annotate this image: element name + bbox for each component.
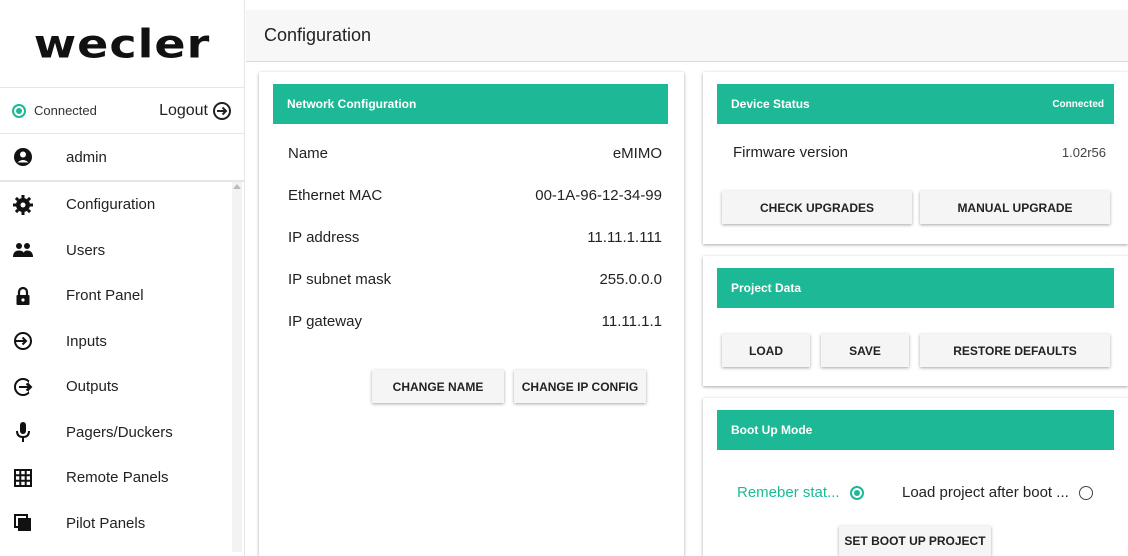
card-title: Project Data bbox=[731, 281, 802, 295]
logo-text: wecler bbox=[33, 20, 211, 67]
account-circle-icon bbox=[12, 147, 34, 167]
sidebar-item-inputs[interactable]: Inputs bbox=[0, 319, 244, 365]
sidebar-item-label: Front Panel bbox=[66, 287, 144, 305]
row-value: eMIMO bbox=[612, 144, 662, 162]
sidebar-item-label: Pagers/Duckers bbox=[66, 423, 173, 441]
sidebar-scrollbar[interactable] bbox=[232, 182, 242, 552]
grid-icon bbox=[12, 468, 34, 487]
network-rows: Name eMIMO Ethernet MAC 00-1A-96-12-34-9… bbox=[259, 132, 684, 342]
sidebar-item-label: Inputs bbox=[66, 332, 107, 350]
connection-status-label: Connected bbox=[34, 103, 97, 118]
lock-icon bbox=[12, 286, 34, 306]
user-row: admin bbox=[0, 134, 244, 182]
pilot-panel-icon bbox=[12, 514, 34, 532]
network-row-mac: Ethernet MAC 00-1A-96-12-34-99 bbox=[288, 174, 662, 216]
restore-defaults-button[interactable]: RESTORE DEFAULTS bbox=[920, 334, 1110, 367]
row-label: IP address bbox=[288, 228, 360, 246]
sidebar-item-label: Outputs bbox=[66, 378, 119, 396]
connection-row: Connected Logout bbox=[0, 88, 244, 134]
set-boot-up-project-button[interactable]: SET BOOT UP PROJECT bbox=[839, 526, 991, 556]
row-value: 11.11.1.111 bbox=[587, 228, 662, 246]
boot-option-remember-label: Remeber stat... bbox=[737, 484, 840, 501]
logout-button[interactable]: Logout bbox=[159, 101, 232, 121]
microphone-icon bbox=[12, 421, 34, 443]
sidebar-nav: Configuration Users Front Panel Inputs O… bbox=[0, 182, 244, 552]
network-configuration-card: Network Configuration Name eMIMO Etherne… bbox=[259, 72, 684, 556]
sidebar: wecler Connected Logout admin Configurat… bbox=[0, 0, 245, 556]
scroll-up-arrow-icon[interactable] bbox=[233, 184, 241, 189]
project-data-card: Project Data LOAD SAVE RESTORE DEFAULTS bbox=[703, 256, 1128, 386]
sidebar-item-front-panel[interactable]: Front Panel bbox=[0, 273, 244, 319]
input-icon bbox=[12, 331, 34, 351]
output-icon bbox=[12, 377, 34, 397]
manual-upgrade-button[interactable]: MANUAL UPGRADE bbox=[920, 191, 1110, 224]
network-row-subnet-mask: IP subnet mask 255.0.0.0 bbox=[288, 258, 662, 300]
radio-unselected-icon[interactable] bbox=[1078, 485, 1093, 500]
page-header: Configuration bbox=[246, 10, 1128, 62]
sidebar-item-label: Pilot Panels bbox=[66, 514, 146, 532]
boot-up-mode-card: Boot Up Mode Remeber stat... Load projec… bbox=[703, 398, 1128, 556]
project-data-header: Project Data bbox=[717, 268, 1114, 308]
row-label: Ethernet MAC bbox=[288, 186, 383, 204]
users-icon bbox=[12, 242, 34, 258]
row-label: IP gateway bbox=[288, 312, 362, 330]
device-status-header: Device Status Connected bbox=[717, 84, 1114, 124]
sidebar-item-pagers-duckers[interactable]: Pagers/Duckers bbox=[0, 410, 244, 456]
sidebar-item-pilot-panels[interactable]: Pilot Panels bbox=[0, 501, 244, 547]
card-title: Device Status bbox=[731, 97, 810, 111]
logo: wecler bbox=[0, 0, 244, 88]
network-row-gateway: IP gateway 11.11.1.1 bbox=[288, 300, 662, 342]
card-title: Network Configuration bbox=[287, 97, 417, 111]
device-status-card: Device Status Connected Firmware version… bbox=[703, 72, 1128, 244]
sidebar-item-remote-panels[interactable]: Remote Panels bbox=[0, 455, 244, 501]
firmware-row: Firmware version 1.02r56 bbox=[703, 134, 1128, 170]
save-button[interactable]: SAVE bbox=[821, 334, 909, 367]
app-window: wecler Connected Logout admin Configurat… bbox=[0, 0, 1128, 556]
sidebar-item-label: Remote Panels bbox=[66, 469, 169, 487]
firmware-value: 1.02r56 bbox=[1061, 144, 1106, 160]
device-status-badge: Connected bbox=[1052, 98, 1104, 110]
sidebar-item-label: Configuration bbox=[66, 196, 156, 214]
sidebar-item-users[interactable]: Users bbox=[0, 228, 244, 274]
row-label: Name bbox=[288, 144, 329, 162]
page-title: Configuration bbox=[264, 25, 372, 45]
card-title: Boot Up Mode bbox=[731, 423, 813, 437]
row-value: 00-1A-96-12-34-99 bbox=[535, 186, 662, 204]
radio-selected-icon[interactable] bbox=[849, 485, 864, 500]
boot-option-load-label: Load project after boot ... bbox=[902, 484, 1069, 501]
gear-icon bbox=[12, 194, 34, 216]
firmware-label: Firmware version bbox=[733, 143, 849, 161]
network-row-ip-address: IP address 11.11.1.111 bbox=[288, 216, 662, 258]
boot-option-load-project[interactable]: Load project after boot ... bbox=[902, 484, 1093, 501]
network-configuration-header: Network Configuration bbox=[273, 84, 668, 124]
change-name-button[interactable]: CHANGE NAME bbox=[372, 370, 504, 403]
username: admin bbox=[66, 148, 107, 166]
logout-label: Logout bbox=[159, 101, 208, 119]
sidebar-item-label: Users bbox=[66, 241, 106, 259]
check-upgrades-button[interactable]: CHECK UPGRADES bbox=[722, 191, 912, 224]
boot-up-mode-header: Boot Up Mode bbox=[717, 410, 1114, 450]
load-button[interactable]: LOAD bbox=[722, 334, 810, 367]
row-value: 255.0.0.0 bbox=[599, 270, 662, 288]
boot-option-remember[interactable]: Remeber stat... bbox=[737, 484, 864, 501]
connected-indicator-icon bbox=[12, 103, 26, 118]
row-label: IP subnet mask bbox=[288, 270, 392, 288]
change-ip-config-button[interactable]: CHANGE IP CONFIG bbox=[514, 370, 646, 403]
logout-icon bbox=[213, 101, 231, 120]
row-value: 11.11.1.1 bbox=[601, 312, 662, 330]
sidebar-item-outputs[interactable]: Outputs bbox=[0, 364, 244, 410]
sidebar-item-configuration[interactable]: Configuration bbox=[0, 182, 244, 228]
connection-status: Connected bbox=[12, 103, 97, 118]
network-row-name: Name eMIMO bbox=[288, 132, 662, 174]
